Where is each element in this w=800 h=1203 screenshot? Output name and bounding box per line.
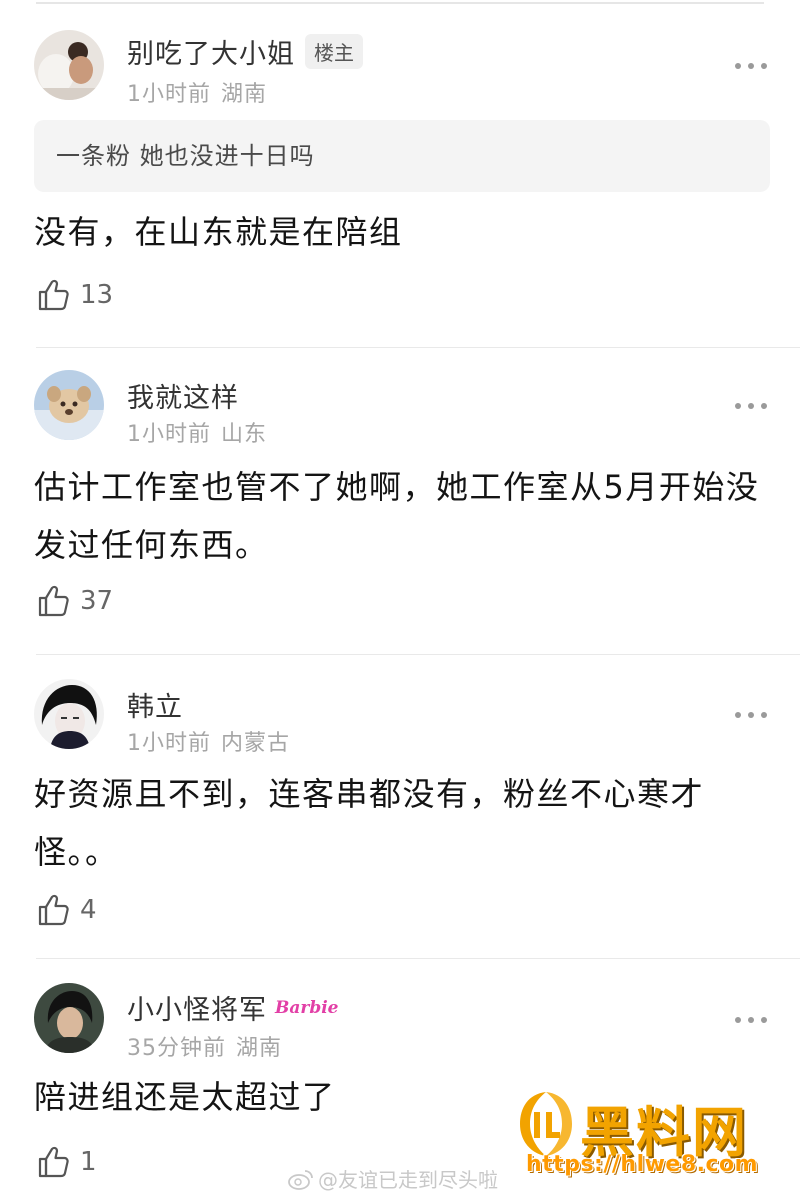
weibo-watermark: @友谊已走到尽头啦: [288, 1164, 498, 1193]
like-button[interactable]: 13: [36, 277, 113, 313]
logo-url: https://hlwe8.com: [526, 1152, 759, 1177]
thumbs-up-icon: [38, 279, 69, 311]
comment-meta: 35分钟前 湖南: [127, 1030, 282, 1062]
username[interactable]: 我就这样: [127, 376, 239, 415]
comment-location: 湖南: [221, 82, 268, 107]
comment-text: 好资源且不到，连客串都没有，粉丝不心寒才怪。。: [34, 775, 705, 871]
thumbs-up-icon: [38, 894, 69, 926]
more-options-icon[interactable]: [735, 1015, 767, 1025]
more-options-icon[interactable]: [735, 401, 767, 411]
more-options-icon[interactable]: [735, 710, 767, 720]
comment-location: 湖南: [236, 1036, 283, 1061]
like-count: 37: [80, 586, 114, 616]
like-button[interactable]: 4: [36, 892, 97, 928]
comment-meta: 1小时前 山东: [127, 416, 267, 448]
comment-time: 1小时前: [127, 82, 211, 107]
top-divider: [36, 2, 764, 4]
op-badge: 楼主: [305, 34, 363, 69]
avatar[interactable]: [34, 30, 104, 100]
comment-time: 1小时前: [127, 731, 211, 756]
quoted-reply[interactable]: 一条粉 她也没进十日吗: [34, 120, 770, 192]
comment-time: 35分钟前: [127, 1036, 226, 1061]
watermark-text: @友谊已走到尽头啦: [318, 1168, 498, 1192]
like-button[interactable]: 1: [36, 1144, 97, 1180]
comment-meta: 1小时前 内蒙古: [127, 725, 290, 757]
username[interactable]: 韩立: [127, 685, 183, 724]
comment-text: 估计工作室也管不了她啊，她工作室从5月开始没发过任何东西。: [34, 468, 760, 564]
comment-location: 山东: [221, 422, 268, 447]
like-count: 1: [80, 1147, 97, 1177]
thumbs-up-icon: [38, 1146, 69, 1178]
like-count: 13: [80, 280, 114, 310]
like-count: 4: [80, 895, 97, 925]
avatar[interactable]: [34, 370, 104, 440]
weibo-icon: [288, 1169, 313, 1190]
logo-emblem-icon: [520, 1092, 572, 1156]
avatar[interactable]: [34, 983, 104, 1053]
thumbs-up-icon: [38, 585, 69, 617]
site-logo: 黑料网 https://hlwe8.com: [516, 1090, 786, 1182]
username[interactable]: 别吃了大小姐: [127, 32, 295, 71]
avatar[interactable]: [34, 679, 104, 749]
comment-time: 1小时前: [127, 422, 211, 447]
comment-meta: 1小时前 湖南: [127, 76, 267, 108]
barbie-badge: Barbie: [275, 997, 339, 1018]
comment-location: 内蒙古: [221, 731, 291, 756]
username[interactable]: 小小怪将军: [127, 988, 267, 1027]
comment-divider: [36, 347, 800, 348]
comment-divider: [36, 654, 800, 655]
comment-text: 没有，在山东就是在陪组: [34, 213, 403, 251]
like-button[interactable]: 37: [36, 583, 113, 619]
comment-divider: [36, 958, 800, 959]
more-options-icon[interactable]: [735, 61, 767, 71]
